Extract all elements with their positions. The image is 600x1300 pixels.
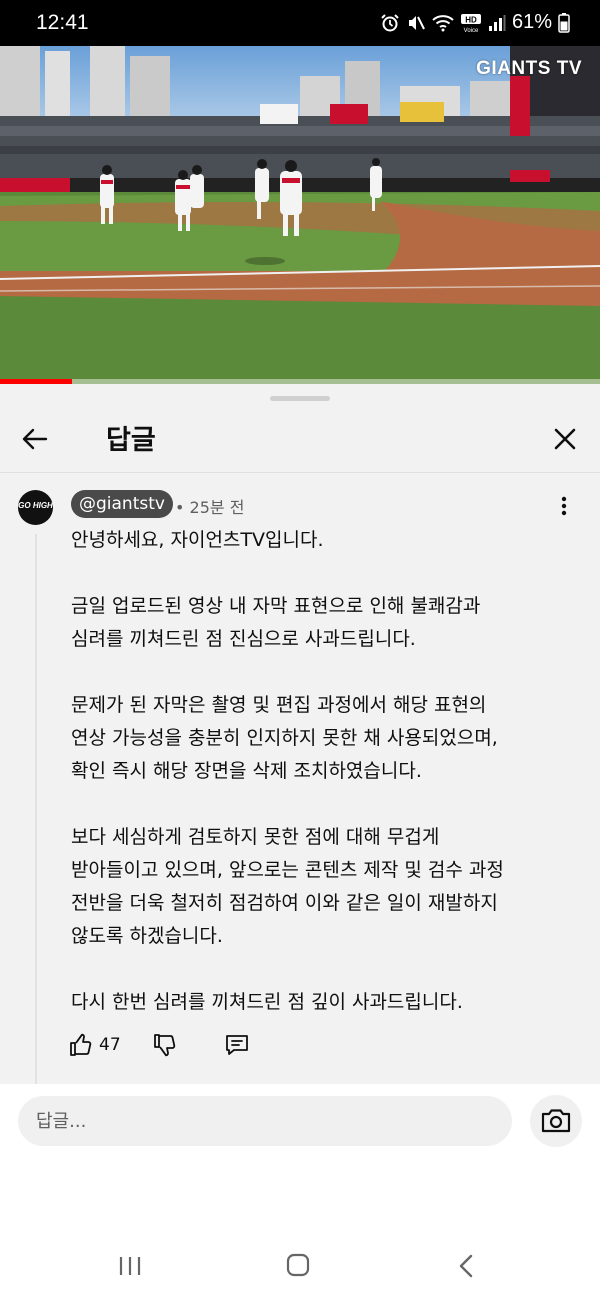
video-player[interactable]: GIANTS TV xyxy=(0,46,600,384)
battery-icon xyxy=(558,12,570,33)
like-count: 47 xyxy=(99,1035,121,1055)
comment-line: 심려를 끼쳐드린 점 진심으로 사과드립니다. xyxy=(71,628,416,650)
avatar[interactable]: GO HIGH xyxy=(18,490,53,525)
sheet-header: 답글 xyxy=(0,406,600,470)
nav-back-icon[interactable] xyxy=(456,1254,476,1278)
comment-line: 않도록 하겠습니다. xyxy=(71,925,223,947)
comment-line: 받아들이고 있으며, 앞으로는 콘텐츠 제작 및 검수 과정 xyxy=(71,859,504,881)
reply-comment-icon[interactable] xyxy=(224,1032,250,1058)
camera-icon xyxy=(541,1109,571,1133)
alarm-icon xyxy=(381,13,399,31)
status-bar: 12:41 HD Voice 61% xyxy=(0,0,600,46)
comment-line: 전반을 더욱 철저히 점검하여 이와 같은 일이 재발하지 xyxy=(71,892,498,914)
comment-body: 안녕하세요, 자이언츠TV입니다. 금일 업로드된 영상 내 자막 표현으로 인… xyxy=(71,524,576,1019)
video-frame xyxy=(0,46,600,384)
sheet-drag-handle[interactable] xyxy=(270,396,330,401)
reply-bar xyxy=(0,1084,600,1300)
comment-line: 연상 가능성을 충분히 인지하지 못한 채 사용되었으며, xyxy=(71,727,498,749)
battery-percent: 61% xyxy=(511,11,552,33)
mute-icon xyxy=(408,15,425,30)
comment-line: 금일 업로드된 영상 내 자막 표현으로 인해 불쾌감과 xyxy=(71,595,481,617)
dislike-icon[interactable] xyxy=(152,1032,178,1058)
home-icon[interactable] xyxy=(286,1253,310,1277)
status-icons: HD Voice 61% xyxy=(380,11,570,34)
comment-line: 보다 세심하게 검토하지 못한 점에 대해 무겁게 xyxy=(71,826,440,848)
sheet-title: 답글 xyxy=(106,425,156,456)
header-divider xyxy=(0,472,600,473)
like-icon[interactable] xyxy=(68,1032,94,1058)
comment-time: • 25분 전 xyxy=(175,498,245,517)
comment-line: 확인 즉시 해당 장면을 삭제 조치하였습니다. xyxy=(71,760,422,782)
reply-input[interactable] xyxy=(18,1096,512,1146)
signal-icon xyxy=(488,14,506,31)
svg-text:HD: HD xyxy=(465,15,477,24)
status-time: 12:41 xyxy=(36,11,89,34)
close-icon[interactable] xyxy=(548,422,582,456)
video-watermark: GIANTS TV xyxy=(476,58,582,79)
comment-line: 문제가 된 자막은 촬영 및 편집 과정에서 해당 표현의 xyxy=(71,694,487,716)
camera-button[interactable] xyxy=(530,1095,582,1147)
svg-text:Voice: Voice xyxy=(464,28,479,33)
comment-line: 다시 한번 심려를 끼쳐드린 점 깊이 사과드립니다. xyxy=(71,991,463,1013)
hd-voice-icon: HD Voice xyxy=(460,13,481,33)
comment-author[interactable]: @giantstv xyxy=(71,490,173,518)
replies-sheet: 답글 GO HIGH @giantstv • 25분 전 안녕하세요, 자이언츠… xyxy=(0,384,600,1084)
back-arrow-icon[interactable] xyxy=(18,422,52,456)
avatar-logo-text: GO HIGH xyxy=(18,501,53,510)
more-options-icon[interactable] xyxy=(556,494,572,518)
wifi-icon xyxy=(432,14,454,31)
recent-apps-icon[interactable] xyxy=(118,1256,142,1276)
comment-line: 안녕하세요, 자이언츠TV입니다. xyxy=(71,529,324,551)
thread-line xyxy=(35,534,37,1084)
